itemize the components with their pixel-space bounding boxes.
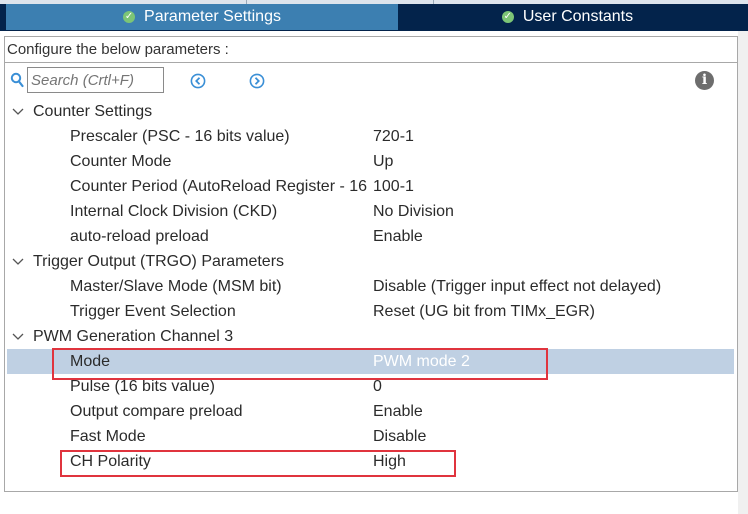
param-row[interactable]: Internal Clock Division (CKD) No Divisio… bbox=[7, 199, 734, 224]
param-value[interactable]: Enable bbox=[373, 399, 423, 424]
configure-header: Configure the below parameters : bbox=[4, 36, 738, 63]
group-label: Counter Settings bbox=[33, 103, 153, 120]
check-circle-icon: ✓ bbox=[501, 11, 514, 23]
param-value[interactable]: Reset (UG bit from TIMx_EGR) bbox=[373, 299, 595, 324]
tab-label: Parameter Settings bbox=[144, 8, 281, 25]
tab-parameter-settings[interactable]: ✓ Parameter Settings bbox=[6, 4, 398, 30]
chevron-down-icon[interactable] bbox=[12, 332, 24, 341]
param-row[interactable]: Prescaler (PSC - 16 bits value) 720-1 bbox=[7, 124, 734, 149]
param-label: Internal Clock Division (CKD) bbox=[70, 203, 278, 220]
scrollbar-gutter[interactable] bbox=[738, 31, 748, 514]
info-icon[interactable]: i bbox=[695, 71, 714, 90]
tab-user-constants[interactable]: ✓ User Constants bbox=[400, 4, 735, 30]
annotation-box-ch-polarity bbox=[60, 450, 456, 477]
param-label: Master/Slave Mode (MSM bit) bbox=[70, 278, 282, 295]
param-row[interactable]: Counter Period (AutoReload Register - 16… bbox=[7, 174, 734, 199]
param-row[interactable]: Output compare preload Enable bbox=[7, 399, 734, 424]
param-value[interactable]: No Division bbox=[373, 199, 454, 224]
annotation-box-mode bbox=[52, 348, 548, 380]
group-label: PWM Generation Channel 3 bbox=[33, 328, 234, 345]
param-value[interactable]: 720-1 bbox=[373, 124, 414, 149]
arrow-left-circle-icon[interactable] bbox=[190, 73, 206, 89]
param-label: Counter Period (AutoReload Register - 16… bbox=[70, 178, 370, 195]
tab-bar: ✓ Parameter Settings ✓ User Constants bbox=[0, 0, 748, 31]
tab-label: User Constants bbox=[522, 8, 634, 25]
param-label: Counter Mode bbox=[70, 153, 172, 170]
check-circle-icon: ✓ bbox=[123, 11, 136, 23]
arrow-right-circle-icon[interactable] bbox=[249, 73, 265, 89]
chevron-down-icon[interactable] bbox=[12, 107, 24, 116]
group-trigger-output[interactable]: Trigger Output (TRGO) Parameters bbox=[7, 249, 734, 274]
search-input[interactable] bbox=[27, 67, 164, 93]
param-value[interactable]: 100-1 bbox=[373, 174, 414, 199]
chevron-down-icon[interactable] bbox=[12, 257, 24, 266]
param-row[interactable]: Master/Slave Mode (MSM bit) Disable (Tri… bbox=[7, 274, 734, 299]
search-icon[interactable] bbox=[10, 72, 24, 88]
param-label: auto-reload preload bbox=[70, 228, 209, 245]
param-row[interactable]: Counter Mode Up bbox=[7, 149, 734, 174]
group-label: Trigger Output (TRGO) Parameters bbox=[33, 253, 285, 270]
param-row[interactable]: Trigger Event Selection Reset (UG bit fr… bbox=[7, 299, 734, 324]
param-label: Prescaler (PSC - 16 bits value) bbox=[70, 128, 290, 145]
group-counter-settings[interactable]: Counter Settings bbox=[7, 99, 734, 124]
param-label: Trigger Event Selection bbox=[70, 303, 236, 320]
param-value[interactable]: Up bbox=[373, 149, 393, 174]
param-row[interactable]: auto-reload preload Enable bbox=[7, 224, 734, 249]
param-value[interactable]: Disable (Trigger input effect not delaye… bbox=[373, 274, 661, 299]
param-value[interactable]: Enable bbox=[373, 224, 423, 249]
param-value[interactable]: Disable bbox=[373, 424, 426, 449]
param-label: Fast Mode bbox=[70, 428, 146, 445]
group-pwm-channel-3[interactable]: PWM Generation Channel 3 bbox=[7, 324, 734, 349]
param-label: Output compare preload bbox=[70, 403, 243, 420]
param-row[interactable]: Fast Mode Disable bbox=[7, 424, 734, 449]
